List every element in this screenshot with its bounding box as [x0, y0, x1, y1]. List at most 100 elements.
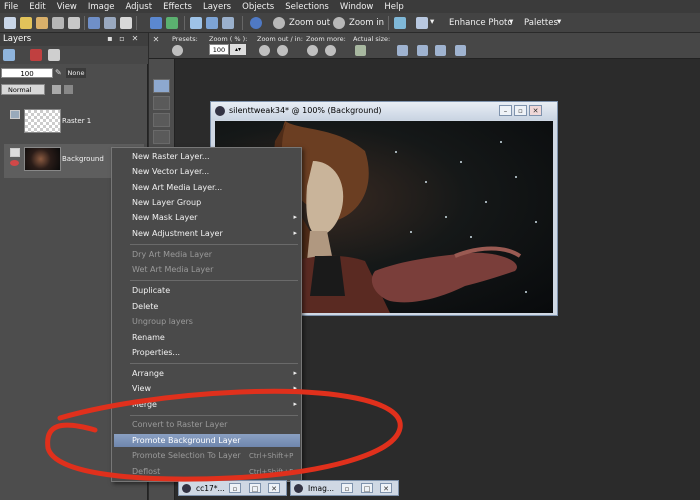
menu-item-arrange[interactable]: Arrange	[132, 369, 164, 378]
scan-icon[interactable]	[52, 17, 64, 29]
full-screen-icon[interactable]	[455, 45, 466, 56]
zoom-pct-field[interactable]: 100	[209, 44, 229, 55]
layer-settings-icon[interactable]	[48, 49, 60, 61]
close-icon[interactable]: ✕	[131, 35, 139, 43]
menu-item-promote-selection-to-layer: Promote Selection To Layer	[132, 451, 241, 460]
menu-window[interactable]: Window	[340, 2, 374, 12]
submenu-arrow-icon: ▸	[293, 400, 297, 408]
presets-button[interactable]	[172, 45, 183, 56]
menu-image[interactable]: Image	[88, 2, 115, 12]
menu-objects[interactable]: Objects	[242, 2, 274, 12]
display-dropdown-arrow[interactable]: ▾	[430, 17, 434, 27]
menu-item-view[interactable]: View	[132, 384, 151, 393]
selection-tool-icon[interactable]	[153, 113, 170, 127]
menu-item-new-vector-layer[interactable]: New Vector Layer...	[132, 167, 209, 176]
close-window-button[interactable]: ✕	[268, 483, 280, 493]
tool-options-close-icon[interactable]: ✕	[152, 36, 160, 44]
opacity-field[interactable]: 100	[1, 68, 53, 78]
info-icon[interactable]	[250, 17, 262, 29]
zoom-more-out-icon[interactable]	[307, 45, 318, 56]
new-layer-icon[interactable]	[3, 49, 15, 61]
zoom-in-button[interactable]: Zoom in	[349, 18, 384, 28]
mask-none-label: None	[66, 68, 86, 78]
menu-item-delete[interactable]: Delete	[132, 302, 158, 311]
copy-icon[interactable]	[120, 17, 132, 29]
resize-icon[interactable]	[206, 17, 218, 29]
delete-layer-icon[interactable]	[30, 49, 42, 61]
menu-item-merge[interactable]: Merge	[132, 400, 157, 409]
new-file-icon[interactable]	[4, 17, 16, 29]
adjust-icon[interactable]	[222, 17, 234, 29]
submenu-arrow-icon: ▸	[293, 229, 297, 237]
menu-effects[interactable]: Effects	[163, 2, 192, 12]
display-icon[interactable]	[416, 17, 428, 29]
close-window-button[interactable]: ✕	[380, 483, 392, 493]
maximize-button[interactable]: ▫	[514, 105, 527, 116]
brush-icon: ✎	[55, 68, 62, 77]
restore-button[interactable]: ▫	[229, 483, 241, 493]
maximize-button[interactable]: □	[361, 483, 373, 493]
zoom-more-in-icon[interactable]	[325, 45, 336, 56]
zoom-out-icon[interactable]	[273, 17, 285, 29]
blend-mode-select[interactable]: Normal	[1, 84, 45, 95]
menu-item-rename[interactable]: Rename	[132, 333, 165, 342]
link-icon[interactable]	[64, 85, 73, 94]
menu-view[interactable]: View	[57, 2, 77, 12]
menu-item-new-raster-layer[interactable]: New Raster Layer...	[132, 152, 210, 161]
menu-help[interactable]: Help	[384, 2, 403, 12]
layer-row-raster-1[interactable]: Raster 1	[4, 106, 144, 140]
actual-size-icon[interactable]	[355, 45, 366, 56]
menu-file[interactable]: File	[4, 2, 18, 12]
zoom-out-button[interactable]: Zoom out	[289, 18, 330, 28]
menu-selections[interactable]: Selections	[285, 2, 329, 12]
zoom-spinner[interactable]: ▴▾	[230, 44, 246, 55]
zoom-out-tool-icon[interactable]	[259, 45, 270, 56]
maximize-button[interactable]: □	[249, 483, 261, 493]
minimized-window-image[interactable]: Imag... ▫ □ ✕	[290, 480, 399, 496]
menubar: File Edit View Image Adjust Effects Laye…	[0, 0, 700, 13]
menu-shortcut: Ctrl+Shift+P	[249, 452, 294, 460]
menu-layers[interactable]: Layers	[203, 2, 231, 12]
dropper-tool-icon[interactable]	[153, 130, 170, 144]
app-icon	[215, 106, 225, 116]
palettes-arrow[interactable]: ▾	[557, 17, 561, 27]
menu-item-new-art-media-layer[interactable]: New Art Media Layer...	[132, 183, 222, 192]
menu-item-promote-background-layer[interactable]: Promote Background Layer	[132, 436, 241, 445]
palettes-button[interactable]: Palettes	[524, 18, 558, 28]
minimize-button[interactable]: –	[499, 105, 512, 116]
restore-button[interactable]: ▫	[341, 483, 353, 493]
enhance-photo-arrow[interactable]: ▾	[509, 17, 513, 27]
undo-icon[interactable]	[150, 17, 162, 29]
menu-item-properties[interactable]: Properties...	[132, 348, 180, 357]
layer-type-icon	[10, 148, 20, 157]
pin-icon[interactable]: ▪	[106, 35, 114, 43]
close-window-button[interactable]: ✕	[529, 105, 542, 116]
visibility-eye-icon[interactable]	[10, 160, 19, 166]
browse-icon[interactable]	[36, 17, 48, 29]
menu-item-new-adjustment-layer[interactable]: New Adjustment Layer	[132, 229, 223, 238]
pick-tool-icon[interactable]	[153, 96, 170, 110]
menu-item-duplicate[interactable]: Duplicate	[132, 286, 170, 295]
menu-item-new-mask-layer[interactable]: New Mask Layer	[132, 213, 197, 222]
fit-image-icon[interactable]	[417, 45, 428, 56]
crop-icon[interactable]	[190, 17, 202, 29]
redo-icon[interactable]	[166, 17, 178, 29]
zoom-in-icon[interactable]	[333, 17, 345, 29]
zoom-in-tool-icon[interactable]	[277, 45, 288, 56]
menu-adjust[interactable]: Adjust	[126, 2, 153, 12]
learning-center-icon[interactable]	[394, 17, 406, 29]
open-folder-icon[interactable]	[20, 17, 32, 29]
menu-edit[interactable]: Edit	[29, 2, 45, 12]
menu-item-new-layer-group[interactable]: New Layer Group	[132, 198, 201, 207]
print-icon[interactable]	[68, 17, 80, 29]
lock-icon[interactable]	[52, 85, 61, 94]
zoom-tool-icon[interactable]	[153, 79, 170, 93]
save-as-icon[interactable]	[104, 17, 116, 29]
document-titlebar[interactable]: silenttweak34* @ 100% (Background) – ▫ ✕	[211, 102, 557, 120]
enhance-photo-button[interactable]: Enhance Photo	[449, 18, 513, 28]
help-icon[interactable]: ▫	[118, 35, 126, 43]
fit-window-icon[interactable]	[397, 45, 408, 56]
fit-screen-icon[interactable]	[435, 45, 446, 56]
minimized-window-cc17[interactable]: cc17*... ▫ □ ✕	[178, 480, 287, 496]
save-icon[interactable]	[88, 17, 100, 29]
